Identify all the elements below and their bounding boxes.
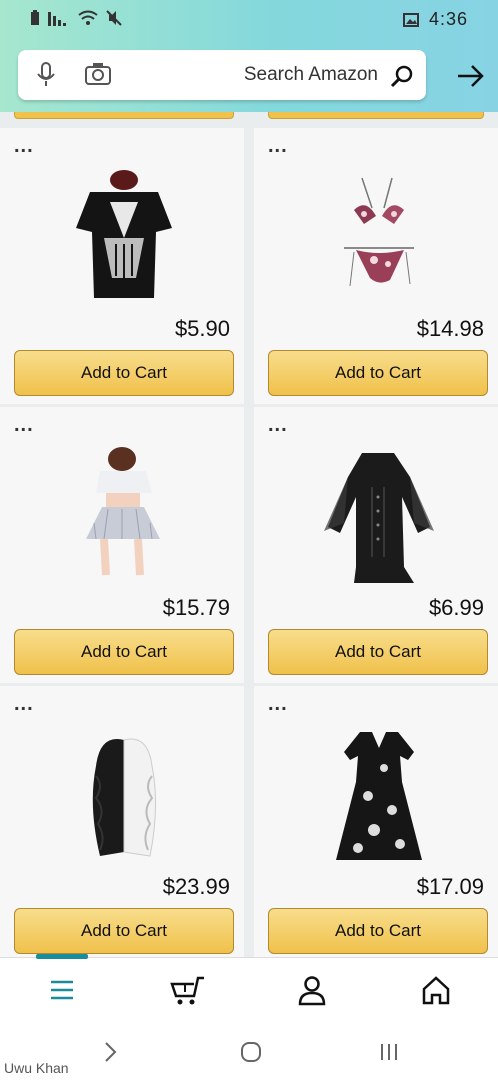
product-image[interactable] xyxy=(314,447,444,587)
wifi-icon xyxy=(78,10,98,25)
more-options-icon[interactable]: ... xyxy=(268,136,288,156)
search-icon[interactable] xyxy=(390,64,414,88)
add-to-cart-button[interactable]: Add to Cart xyxy=(14,908,234,954)
product-image[interactable] xyxy=(60,726,190,866)
previous-cart-button[interactable] xyxy=(268,112,484,119)
more-options-icon[interactable]: ... xyxy=(14,415,34,435)
more-options-icon[interactable]: ... xyxy=(14,694,34,714)
product-card-black-corset-dress[interactable]: ... $6.99 Add to Cart xyxy=(254,407,498,683)
add-to-cart-button[interactable]: Add to Cart xyxy=(268,629,488,675)
add-to-cart-button[interactable]: Add to Cart xyxy=(14,350,234,396)
home-circle-icon[interactable] xyxy=(240,1041,262,1063)
more-options-icon[interactable]: ... xyxy=(268,694,288,714)
back-chevron-icon[interactable] xyxy=(102,1041,118,1063)
camera-icon[interactable] xyxy=(84,62,112,86)
bottom-navigation xyxy=(0,954,498,1024)
home-icon[interactable] xyxy=(418,972,454,1008)
product-card-printed-dress[interactable]: ... $17.09 Add to Cart xyxy=(254,686,498,957)
product-image[interactable] xyxy=(60,447,190,587)
product-price: $6.99 xyxy=(428,595,484,620)
add-to-cart-button[interactable]: Add to Cart xyxy=(268,350,488,396)
account-icon[interactable] xyxy=(294,972,330,1008)
forward-arrow-icon[interactable] xyxy=(452,58,488,94)
add-to-cart-button[interactable]: Add to Cart xyxy=(14,629,234,675)
cart-icon[interactable] xyxy=(170,972,206,1008)
product-price: $5.90 xyxy=(174,316,230,341)
product-image[interactable] xyxy=(314,726,444,866)
product-price: $15.79 xyxy=(162,595,230,620)
add-to-cart-button[interactable]: Add to Cart xyxy=(268,908,488,954)
product-card-schoolgirl-outfit[interactable]: ... $15.79 Add to Cart xyxy=(0,407,244,683)
watermark-text: Uwu Khan xyxy=(4,1060,69,1076)
status-icons-left xyxy=(30,10,122,26)
product-card-black-white-wig[interactable]: ... $23.99 Add to Cart xyxy=(0,686,244,957)
more-options-icon[interactable]: ... xyxy=(14,136,34,156)
product-grid: ... $14.98 Add to Cart ... $5.90 Add to … xyxy=(0,112,498,957)
signal-icon xyxy=(48,12,66,26)
menu-icon[interactable] xyxy=(44,972,80,1008)
status-bar: 4:36 xyxy=(0,0,498,40)
product-card-black-top[interactable]: ... $5.90 Add to Cart xyxy=(0,128,244,404)
recent-apps-icon[interactable] xyxy=(378,1041,400,1063)
active-tab-indicator xyxy=(36,954,88,959)
product-image[interactable] xyxy=(60,168,190,308)
status-time: 4:36 xyxy=(428,9,468,29)
search-input[interactable]: Search Amazon xyxy=(244,64,378,86)
system-navigation-bar: Uwu Khan xyxy=(0,1023,498,1080)
product-price: $23.99 xyxy=(162,874,230,899)
product-price: $17.09 xyxy=(416,874,484,899)
battery-icon xyxy=(31,10,39,25)
more-options-icon[interactable]: ... xyxy=(268,415,288,435)
product-card-bikini[interactable]: ... $14.98 Add to Cart xyxy=(254,128,498,404)
previous-cart-button[interactable] xyxy=(14,112,234,119)
app-header: 4:36 Search Amazon xyxy=(0,0,498,112)
mute-icon xyxy=(106,10,122,26)
mic-icon[interactable] xyxy=(36,62,56,88)
product-price: $14.98 xyxy=(416,316,484,341)
product-image[interactable] xyxy=(314,168,444,308)
image-notification-icon xyxy=(402,12,419,27)
search-bar[interactable]: Search Amazon xyxy=(18,50,426,100)
